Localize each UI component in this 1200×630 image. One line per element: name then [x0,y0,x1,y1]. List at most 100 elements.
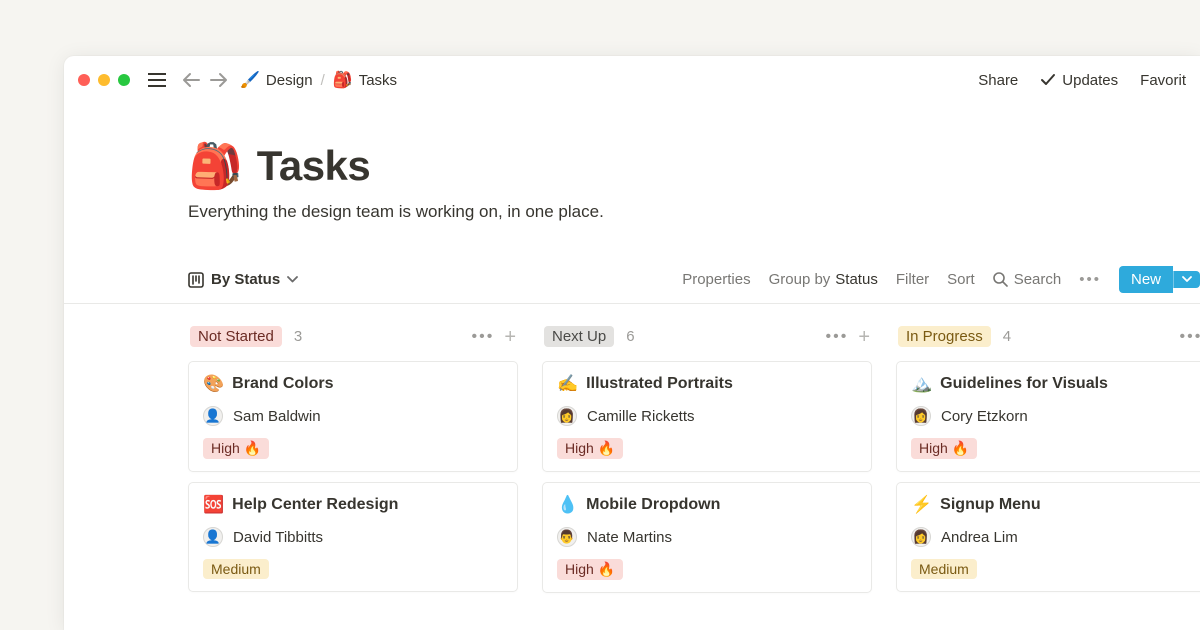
back-button[interactable] [180,69,202,91]
add-card-button[interactable]: + [858,327,870,347]
column-actions: ••• + [826,327,871,347]
share-button[interactable]: Share [978,72,1018,89]
board-icon [188,272,204,288]
board: Not Started 3 ••• + 🎨 Brand Colors 👤Sam Baldwi… [64,304,1200,603]
card-emoji: ⚡ [911,495,932,515]
priority-badge: High 🔥 [557,438,623,459]
card-title-row: 🆘 Help Center Redesign [203,495,503,515]
add-card-button[interactable]: + [504,327,516,347]
favorite-button[interactable]: Favorit [1140,72,1186,89]
task-card[interactable]: ✍️Illustrated Portraits 👩 Camille Ricketts… [542,361,872,472]
avatar: 👤 [203,406,223,426]
view-name: By Status [211,271,280,288]
new-button[interactable]: New [1119,266,1173,293]
card-title-row: 🎨 Brand Colors [203,374,503,394]
assignee-name: Nate Martins [587,529,672,546]
card-title: Help Center Redesign [232,496,398,514]
assignee-name: David Tibbitts [233,529,323,546]
backpack-icon: 🎒 [333,70,353,90]
card-title-row: 🏔️ Guidelines for Visuals [911,374,1200,394]
check-icon [1040,73,1056,87]
updates-button[interactable]: Updates [1040,72,1118,89]
breadcrumb-parent-label: Design [266,72,313,89]
page-title[interactable]: Tasks [257,142,370,190]
view-controls: By Status Properties Group by Status Fil… [64,266,1200,304]
search-icon [993,272,1008,287]
column-more[interactable]: ••• [472,328,495,346]
more-menu[interactable]: ••• [1079,271,1101,288]
avatar: 👩 [911,406,931,426]
status-pill[interactable]: In Progress [898,326,991,347]
app-window: 🖌️ Design / 🎒 Tasks Share Updates Favori… [64,56,1200,630]
card-emoji: ✍️ [557,374,578,394]
favorite-label: Favorit [1140,72,1186,89]
properties-button[interactable]: Properties [682,271,750,288]
card-assignee: 👩 Andrea Lim [911,527,1200,547]
card-title-row: ⚡ Signup Menu [911,495,1200,515]
priority-badge: High 🔥 [911,438,977,459]
card-title: Guidelines for Visuals [940,375,1108,393]
card-title-row: ✍️Illustrated Portraits [557,374,857,394]
page-header: 🎒 Tasks Everything the design team is wo… [64,140,1200,222]
filter-button[interactable]: Filter [896,271,929,288]
assignee-name: Andrea Lim [941,529,1018,546]
breadcrumb-current[interactable]: 🎒 Tasks [333,70,397,90]
group-by-value: Status [835,271,878,288]
priority-badge: High 🔥 [203,438,269,459]
task-card[interactable]: 💧 Mobile Dropdown 👨 Nate Martins High 🔥 [542,482,872,593]
column-header: Next Up 6 ••• + [542,322,872,361]
column-count: 6 [626,328,634,345]
task-card[interactable]: 🆘Help Center Redesign👤David TibbittsMedi… [188,482,518,592]
menu-icon[interactable] [146,69,168,91]
status-pill[interactable]: Not Started [190,326,282,347]
card-emoji: 💧 [557,495,578,515]
card-assignee: 👩 Camille Ricketts [557,406,857,426]
column-actions: ••• + [472,327,517,347]
maximize-window[interactable] [118,74,130,86]
card-title: Signup Menu [940,496,1040,514]
sort-button[interactable]: Sort [947,271,975,288]
column-more[interactable]: ••• [826,328,849,346]
page-emoji[interactable]: 🎒 [188,140,243,192]
view-tab[interactable]: By Status [188,271,298,288]
controls-right: Properties Group by Status Filter Sort S… [682,266,1200,293]
nav-arrows [180,69,230,91]
page-description[interactable]: Everything the design team is working on… [188,202,1200,222]
board-column: Next Up 6 ••• + ✍️Illustrated Portraits 👩 Cami… [542,322,872,603]
avatar: 👨 [557,527,577,547]
card-emoji: 🏔️ [911,374,932,394]
board-column: Not Started 3 ••• + 🎨 Brand Colors 👤Sam Baldwi… [188,322,518,603]
priority-badge: Medium [911,559,977,579]
breadcrumb-separator: / [321,72,325,89]
avatar: 👩 [557,406,577,426]
task-card[interactable]: 🏔️Guidelines for Visuals👩Cory EtzkornHig… [896,361,1200,472]
column-count: 3 [294,328,302,345]
forward-button[interactable] [208,69,230,91]
avatar: 👩 [911,527,931,547]
topbar: 🖌️ Design / 🎒 Tasks Share Updates Favori… [64,56,1200,104]
new-button-group: New [1119,266,1200,293]
close-window[interactable] [78,74,90,86]
assignee-name: Camille Ricketts [587,408,695,425]
task-card[interactable]: 🎨 Brand Colors 👤Sam Baldwin High 🔥 [188,361,518,472]
paintbrush-icon: 🖌️ [240,70,260,90]
chevron-down-icon [287,276,298,283]
minimize-window[interactable] [98,74,110,86]
new-dropdown[interactable] [1173,271,1200,288]
task-card[interactable]: ⚡ Signup Menu 👩 Andrea Lim Medium [896,482,1200,592]
card-emoji: 🎨 [203,374,224,394]
breadcrumb-parent[interactable]: 🖌️ Design [240,70,313,90]
card-assignee: 👤Sam Baldwin [203,406,503,426]
search-label: Search [1014,271,1062,288]
card-emoji: 🆘 [203,495,224,515]
search-button[interactable]: Search [993,271,1062,288]
column-more[interactable]: ••• [1180,328,1200,346]
status-pill[interactable]: Next Up [544,326,614,347]
card-title: Brand Colors [232,375,333,393]
group-by-button[interactable]: Group by Status [769,271,878,288]
group-by-prefix: Group by [769,271,831,288]
breadcrumb: 🖌️ Design / 🎒 Tasks [240,70,397,90]
priority-badge: High 🔥 [557,559,623,580]
card-title: Mobile Dropdown [586,496,720,514]
card-assignee: 👤David Tibbitts [203,527,503,547]
